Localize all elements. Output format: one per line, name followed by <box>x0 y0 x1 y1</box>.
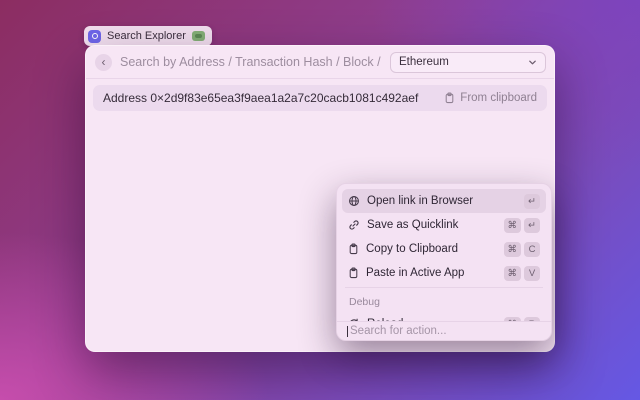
link-icon <box>348 219 360 231</box>
clipboard-icon <box>444 92 455 104</box>
divider <box>345 287 543 288</box>
back-button[interactable]: ‹ <box>95 54 112 71</box>
badge-icon <box>192 31 205 41</box>
action-save-as-quicklink[interactable]: Save as Quicklink ⌘ ↵ <box>342 213 546 237</box>
keycap-cmd: ⌘ <box>504 266 522 281</box>
action-open-link-in-browser[interactable]: Open link in Browser ↵ <box>342 189 546 213</box>
search-explorer-app-icon <box>88 30 101 43</box>
network-dropdown-value: Ethereum <box>399 56 449 68</box>
action-search-input[interactable] <box>350 325 541 337</box>
keycap-v: V <box>524 266 540 281</box>
command-tag-label: Search Explorer <box>107 30 186 42</box>
action-label: Paste in Active App <box>366 267 464 279</box>
network-dropdown[interactable]: Ethereum <box>390 52 546 73</box>
keycap-cmd: ⌘ <box>504 242 522 257</box>
result-accessory-label: From clipboard <box>460 92 537 104</box>
shortcut-keys: ⌘ ↵ <box>504 218 541 233</box>
action-copy-to-clipboard[interactable]: Copy to Clipboard ⌘ C <box>342 237 546 261</box>
keycap-return: ↵ <box>524 218 540 233</box>
desktop-background: Search Explorer ‹ Ethereum Address 0×2d9… <box>0 0 640 400</box>
result-row-address[interactable]: Address 0×2d9f83e65ea3f9aea1a2a7c20cacb1… <box>93 85 547 111</box>
action-label: Open link in Browser <box>367 195 473 207</box>
command-tag[interactable]: Search Explorer <box>84 26 212 46</box>
section-label-debug: Debug <box>342 290 546 312</box>
shortcut-keys: ⌘ C <box>504 242 541 257</box>
keycap-c: C <box>524 242 540 257</box>
window-header: ‹ Ethereum <box>86 46 554 79</box>
chevron-down-icon <box>528 58 537 67</box>
action-label: Copy to Clipboard <box>366 243 458 255</box>
shortcut-keys: ↵ <box>524 194 540 209</box>
shortcut-keys: ⌘ V <box>504 266 541 281</box>
action-menu: Open link in Browser ↵ Save as Quicklink… <box>336 183 552 341</box>
clipboard-icon <box>348 243 359 255</box>
result-title: Address 0×2d9f83e65ea3f9aea1a2a7c20cacb1… <box>103 91 418 105</box>
search-input[interactable] <box>120 55 382 69</box>
action-paste-in-active-app[interactable]: Paste in Active App ⌘ V <box>342 261 546 285</box>
keycap-return: ↵ <box>524 194 540 209</box>
action-menu-body: Open link in Browser ↵ Save as Quicklink… <box>337 184 551 336</box>
action-menu-footer <box>337 321 551 340</box>
clipboard-icon <box>348 267 359 279</box>
keycap-cmd: ⌘ <box>504 218 522 233</box>
action-label: Save as Quicklink <box>367 219 458 231</box>
globe-icon <box>348 195 360 207</box>
result-accessory: From clipboard <box>444 92 537 104</box>
text-caret <box>347 326 348 337</box>
